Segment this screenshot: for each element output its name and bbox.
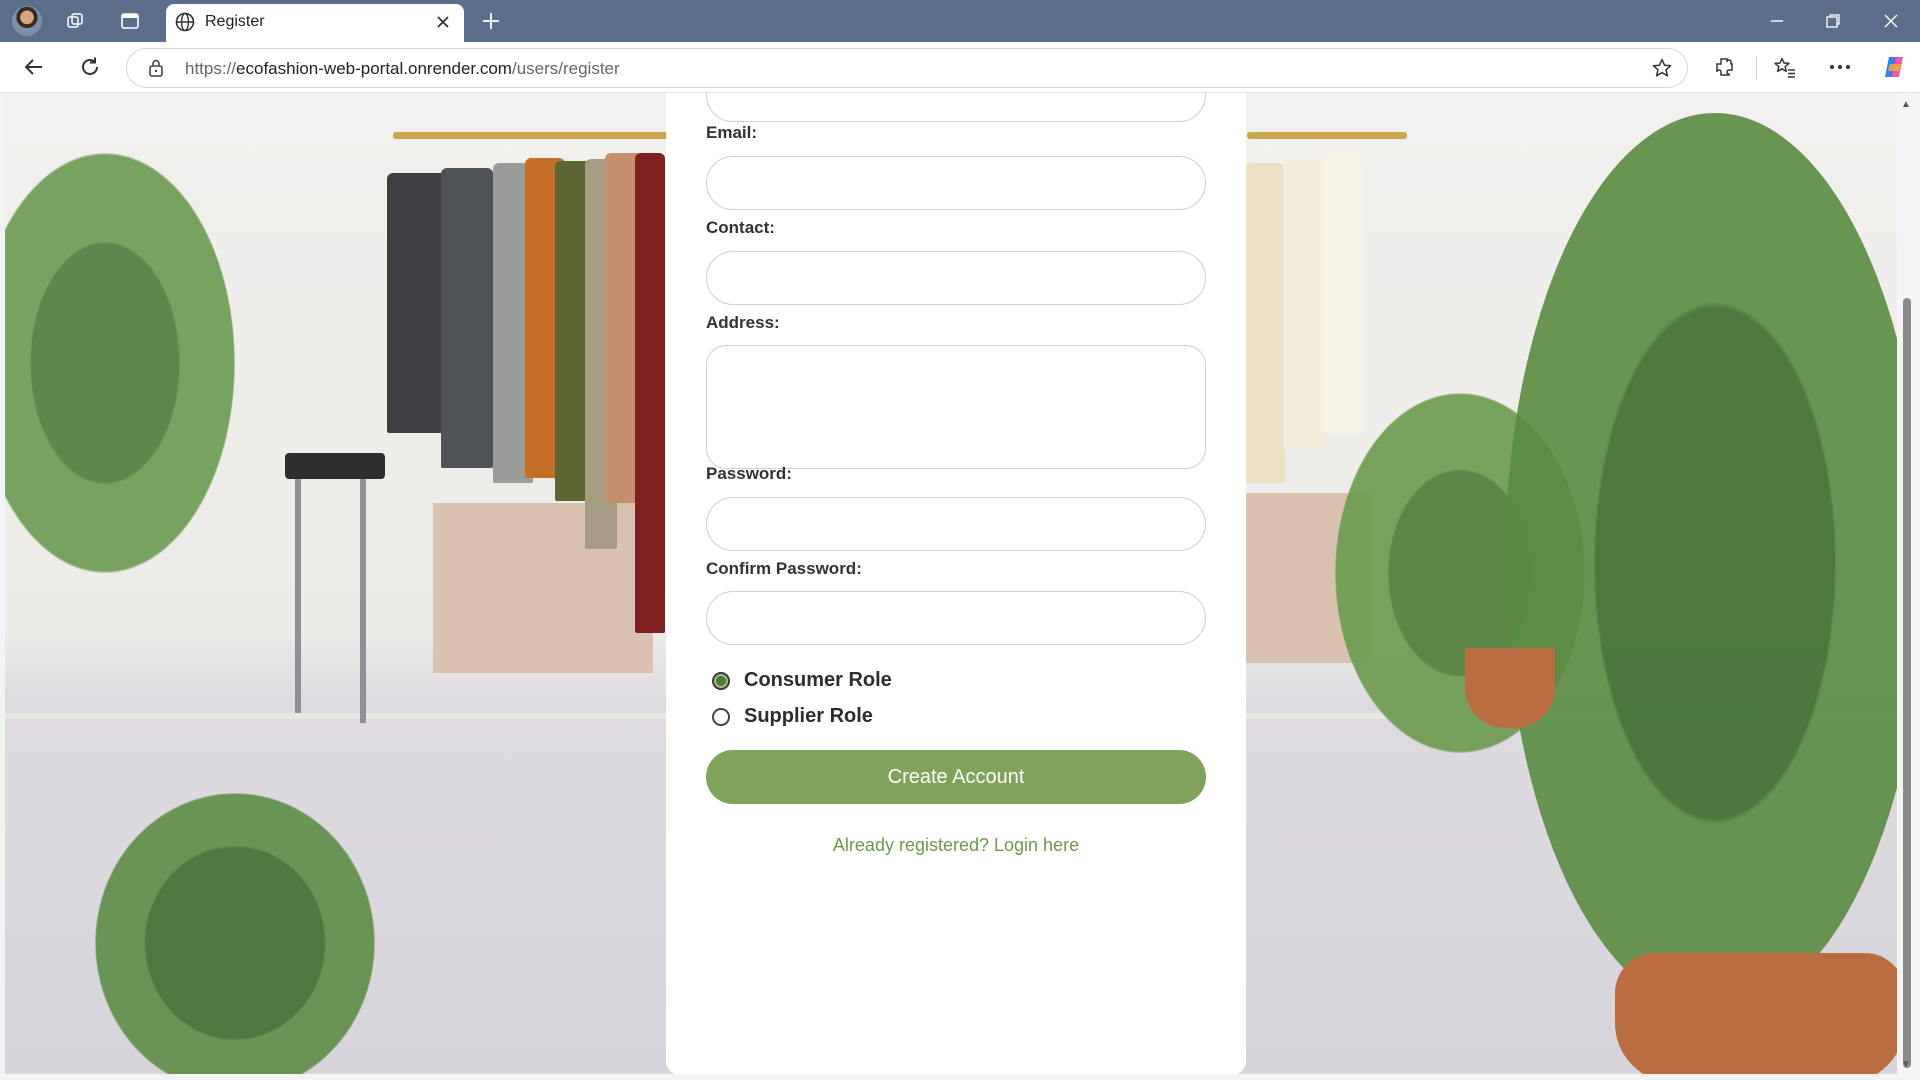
scrollbar-thumb[interactable] [1903, 298, 1911, 1068]
tab-title: Register [205, 13, 265, 30]
email-field[interactable] [706, 156, 1206, 210]
plant-right [1505, 113, 1897, 1013]
back-icon[interactable] [20, 53, 48, 81]
create-account-button[interactable]: Create Account [706, 750, 1206, 804]
stool-leg [360, 473, 366, 723]
tab-register[interactable]: Register [166, 4, 464, 42]
new-tab-icon[interactable] [478, 8, 504, 34]
garment [635, 153, 665, 633]
plant-bottom-left [95, 793, 375, 1074]
page-scrollbar[interactable]: ▲ ▼ [1897, 93, 1915, 1074]
address-field[interactable] [706, 345, 1206, 469]
copilot-icon[interactable] [1880, 53, 1908, 81]
consumer-role-label: Consumer Role [744, 669, 892, 691]
clothing-rail-right [1247, 132, 1407, 139]
profile-avatar[interactable] [12, 6, 42, 36]
browser-titlebar: Register [0, 0, 1920, 42]
password-label: Password: [706, 464, 792, 483]
toolbar-separator [1756, 56, 1757, 80]
scroll-up-icon[interactable]: ▲ [1900, 99, 1912, 111]
name-field[interactable] [706, 93, 1206, 122]
consumer-role-option[interactable]: Consumer Role [712, 669, 892, 692]
supplier-role-radio[interactable] [712, 707, 730, 726]
close-window-icon[interactable] [1876, 8, 1906, 34]
url-text: https://ecofashion-web-portal.onrender.c… [185, 59, 620, 79]
url-host: ecofashion-web-portal.onrender.com [236, 59, 512, 78]
confirm-password-field[interactable] [706, 591, 1206, 645]
scroll-down-icon[interactable]: ▼ [1900, 1059, 1912, 1071]
url-scheme: https:// [185, 59, 237, 78]
garment [441, 168, 493, 468]
favorite-star-icon[interactable] [1651, 57, 1673, 84]
garment [1245, 163, 1285, 483]
globe-icon [174, 11, 196, 38]
close-tab-icon[interactable] [432, 11, 454, 33]
supplier-role-label: Supplier Role [744, 705, 873, 727]
more-options-icon[interactable] [1826, 53, 1854, 81]
tab-actions-icon[interactable] [118, 9, 142, 33]
plant-pot-small [1465, 648, 1555, 728]
register-form-card: Email: Contact: Address: Password: Confi… [666, 93, 1246, 1074]
plant-left [5, 153, 235, 573]
contact-label: Contact: [706, 218, 775, 237]
address-bar[interactable]: https://ecofashion-web-portal.onrender.c… [126, 48, 1688, 88]
url-path: /users/register [511, 59, 620, 78]
stool-leg [295, 473, 301, 713]
lock-icon[interactable] [147, 58, 165, 83]
password-field[interactable] [706, 497, 1206, 551]
login-link[interactable]: Already registered? Login here [666, 835, 1246, 856]
stool-seat [285, 453, 385, 479]
garment [1283, 159, 1327, 449]
clothing-rail-left [393, 132, 683, 139]
browser-toolbar: https://ecofashion-web-portal.onrender.c… [0, 42, 1920, 93]
restore-icon[interactable] [1818, 8, 1848, 34]
garment [1323, 153, 1363, 433]
plant-pot-large [1615, 953, 1897, 1074]
page-viewport: Email: Contact: Address: Password: Confi… [5, 93, 1897, 1074]
wall-panel-left [433, 503, 653, 673]
consumer-role-radio[interactable] [712, 671, 730, 690]
confirm-password-label: Confirm Password: [706, 559, 862, 578]
extensions-icon[interactable] [1710, 53, 1738, 81]
contact-field[interactable] [706, 251, 1206, 305]
refresh-icon[interactable] [76, 53, 104, 81]
supplier-role-option[interactable]: Supplier Role [712, 705, 873, 728]
favorites-icon[interactable] [1771, 53, 1799, 81]
garment [387, 173, 447, 433]
minimize-icon[interactable] [1762, 8, 1792, 34]
address-label: Address: [706, 313, 780, 332]
email-label: Email: [706, 123, 758, 142]
workspaces-icon[interactable] [64, 9, 88, 33]
